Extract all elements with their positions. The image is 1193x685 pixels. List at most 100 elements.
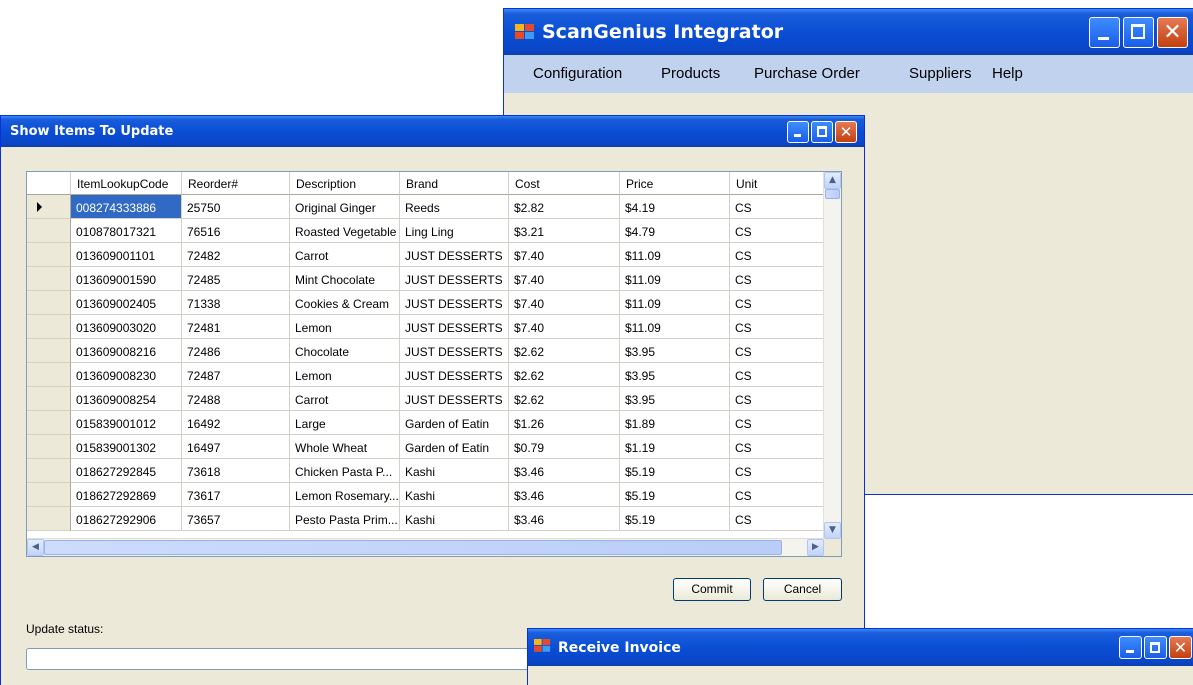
table-cell[interactable]: Cookies & Cream [290, 291, 400, 315]
table-cell[interactable]: CS [730, 507, 825, 531]
scroll-right-icon[interactable]: ▶ [807, 539, 824, 556]
table-cell[interactable]: Chocolate [290, 339, 400, 363]
table-cell[interactable]: 015839001302 [71, 435, 182, 459]
table-cell[interactable]: CS [730, 267, 825, 291]
table-cell[interactable]: CS [730, 291, 825, 315]
table-cell[interactable]: 018627292906 [71, 507, 182, 531]
table-cell[interactable]: CS [730, 483, 825, 507]
table-cell[interactable]: CS [730, 315, 825, 339]
table-cell[interactable]: $3.46 [509, 483, 620, 507]
table-cell[interactable]: 16497 [182, 435, 290, 459]
invoice-close-button[interactable]: ✕ [1169, 636, 1192, 659]
row-header[interactable] [27, 483, 71, 507]
table-cell[interactable]: 013609002405 [71, 291, 182, 315]
table-cell[interactable]: $4.79 [620, 219, 730, 243]
table-cell[interactable]: Kashi [400, 483, 509, 507]
table-cell[interactable]: CS [730, 339, 825, 363]
horizontal-scroll-thumb[interactable] [44, 540, 782, 555]
table-cell[interactable]: $11.09 [620, 267, 730, 291]
column-header[interactable]: Reorder# [182, 172, 290, 195]
table-cell[interactable]: Reeds [400, 195, 509, 219]
table-cell[interactable]: Roasted Vegetable [290, 219, 400, 243]
menu-help[interactable]: Help [992, 65, 1023, 82]
table-cell[interactable]: $5.19 [620, 459, 730, 483]
invoice-maximize-button[interactable] [1144, 636, 1167, 659]
row-header[interactable] [27, 507, 71, 531]
main-maximize-button[interactable] [1123, 17, 1154, 48]
table-cell[interactable]: Lemon [290, 315, 400, 339]
vertical-scrollbar[interactable]: ▲ ▼ [823, 172, 841, 539]
commit-button[interactable]: Commit [673, 578, 751, 601]
horizontal-scrollbar[interactable]: ◀ ▶ [27, 538, 824, 556]
table-cell[interactable]: $2.62 [509, 339, 620, 363]
scroll-up-icon[interactable]: ▲ [824, 172, 841, 189]
table-cell[interactable]: 008274333886 [71, 195, 182, 219]
menu-products[interactable]: Products [661, 65, 720, 82]
table-cell[interactable]: Whole Wheat [290, 435, 400, 459]
table-cell[interactable]: $1.89 [620, 411, 730, 435]
table-cell[interactable]: CS [730, 459, 825, 483]
grid-corner-header[interactable] [27, 172, 71, 195]
table-cell[interactable]: $7.40 [509, 267, 620, 291]
items-close-button[interactable]: ✕ [835, 121, 857, 143]
table-cell[interactable]: 72482 [182, 243, 290, 267]
table-cell[interactable]: JUST DESSERTS [400, 315, 509, 339]
table-cell[interactable]: Large [290, 411, 400, 435]
table-cell[interactable]: $3.21 [509, 219, 620, 243]
table-cell[interactable]: CS [730, 435, 825, 459]
table-cell[interactable]: $11.09 [620, 291, 730, 315]
row-header[interactable] [27, 243, 71, 267]
table-cell[interactable]: $7.40 [509, 291, 620, 315]
table-cell[interactable]: JUST DESSERTS [400, 387, 509, 411]
table-cell[interactable]: 72488 [182, 387, 290, 411]
scroll-left-icon[interactable]: ◀ [27, 539, 44, 556]
table-cell[interactable]: $0.79 [509, 435, 620, 459]
row-header[interactable] [27, 267, 71, 291]
table-cell[interactable]: 25750 [182, 195, 290, 219]
row-header[interactable] [27, 411, 71, 435]
table-cell[interactable]: 72481 [182, 315, 290, 339]
menu-suppliers[interactable]: Suppliers [909, 65, 972, 82]
table-cell[interactable]: Garden of Eatin [400, 411, 509, 435]
main-close-button[interactable]: ✕ [1157, 17, 1188, 48]
table-cell[interactable]: $2.62 [509, 363, 620, 387]
table-cell[interactable]: 013609008216 [71, 339, 182, 363]
table-cell[interactable]: 018627292845 [71, 459, 182, 483]
table-cell[interactable]: Carrot [290, 387, 400, 411]
table-cell[interactable]: $7.40 [509, 243, 620, 267]
table-cell[interactable]: Garden of Eatin [400, 435, 509, 459]
table-cell[interactable]: $11.09 [620, 243, 730, 267]
items-minimize-button[interactable] [787, 121, 809, 143]
table-cell[interactable]: 16492 [182, 411, 290, 435]
table-cell[interactable]: 72485 [182, 267, 290, 291]
table-cell[interactable]: $3.95 [620, 339, 730, 363]
items-titlebar[interactable]: Show Items To Update ✕ [1, 116, 864, 147]
table-cell[interactable]: $1.19 [620, 435, 730, 459]
table-cell[interactable]: $2.82 [509, 195, 620, 219]
items-maximize-button[interactable] [811, 121, 833, 143]
table-cell[interactable]: 013609008254 [71, 387, 182, 411]
column-header[interactable]: Brand [400, 172, 509, 195]
column-header[interactable]: Cost [509, 172, 620, 195]
table-cell[interactable]: $3.46 [509, 507, 620, 531]
table-cell[interactable]: CS [730, 219, 825, 243]
column-header[interactable]: ItemLookupCode [71, 172, 182, 195]
table-cell[interactable]: 010878017321 [71, 219, 182, 243]
table-cell[interactable]: $1.26 [509, 411, 620, 435]
table-cell[interactable]: 72487 [182, 363, 290, 387]
table-cell[interactable]: JUST DESSERTS [400, 243, 509, 267]
table-cell[interactable]: $11.09 [620, 315, 730, 339]
table-cell[interactable]: 013609008230 [71, 363, 182, 387]
table-cell[interactable]: CS [730, 195, 825, 219]
table-cell[interactable]: $5.19 [620, 483, 730, 507]
row-header[interactable] [27, 387, 71, 411]
table-cell[interactable]: $2.62 [509, 387, 620, 411]
column-header[interactable]: Price [620, 172, 730, 195]
table-cell[interactable]: $3.46 [509, 459, 620, 483]
row-header[interactable] [27, 459, 71, 483]
row-header[interactable] [27, 339, 71, 363]
table-cell[interactable]: 018627292869 [71, 483, 182, 507]
main-titlebar[interactable]: ScanGenius Integrator ✕ [504, 9, 1193, 55]
table-cell[interactable]: Lemon Rosemary... [290, 483, 400, 507]
column-header[interactable]: Description [290, 172, 400, 195]
